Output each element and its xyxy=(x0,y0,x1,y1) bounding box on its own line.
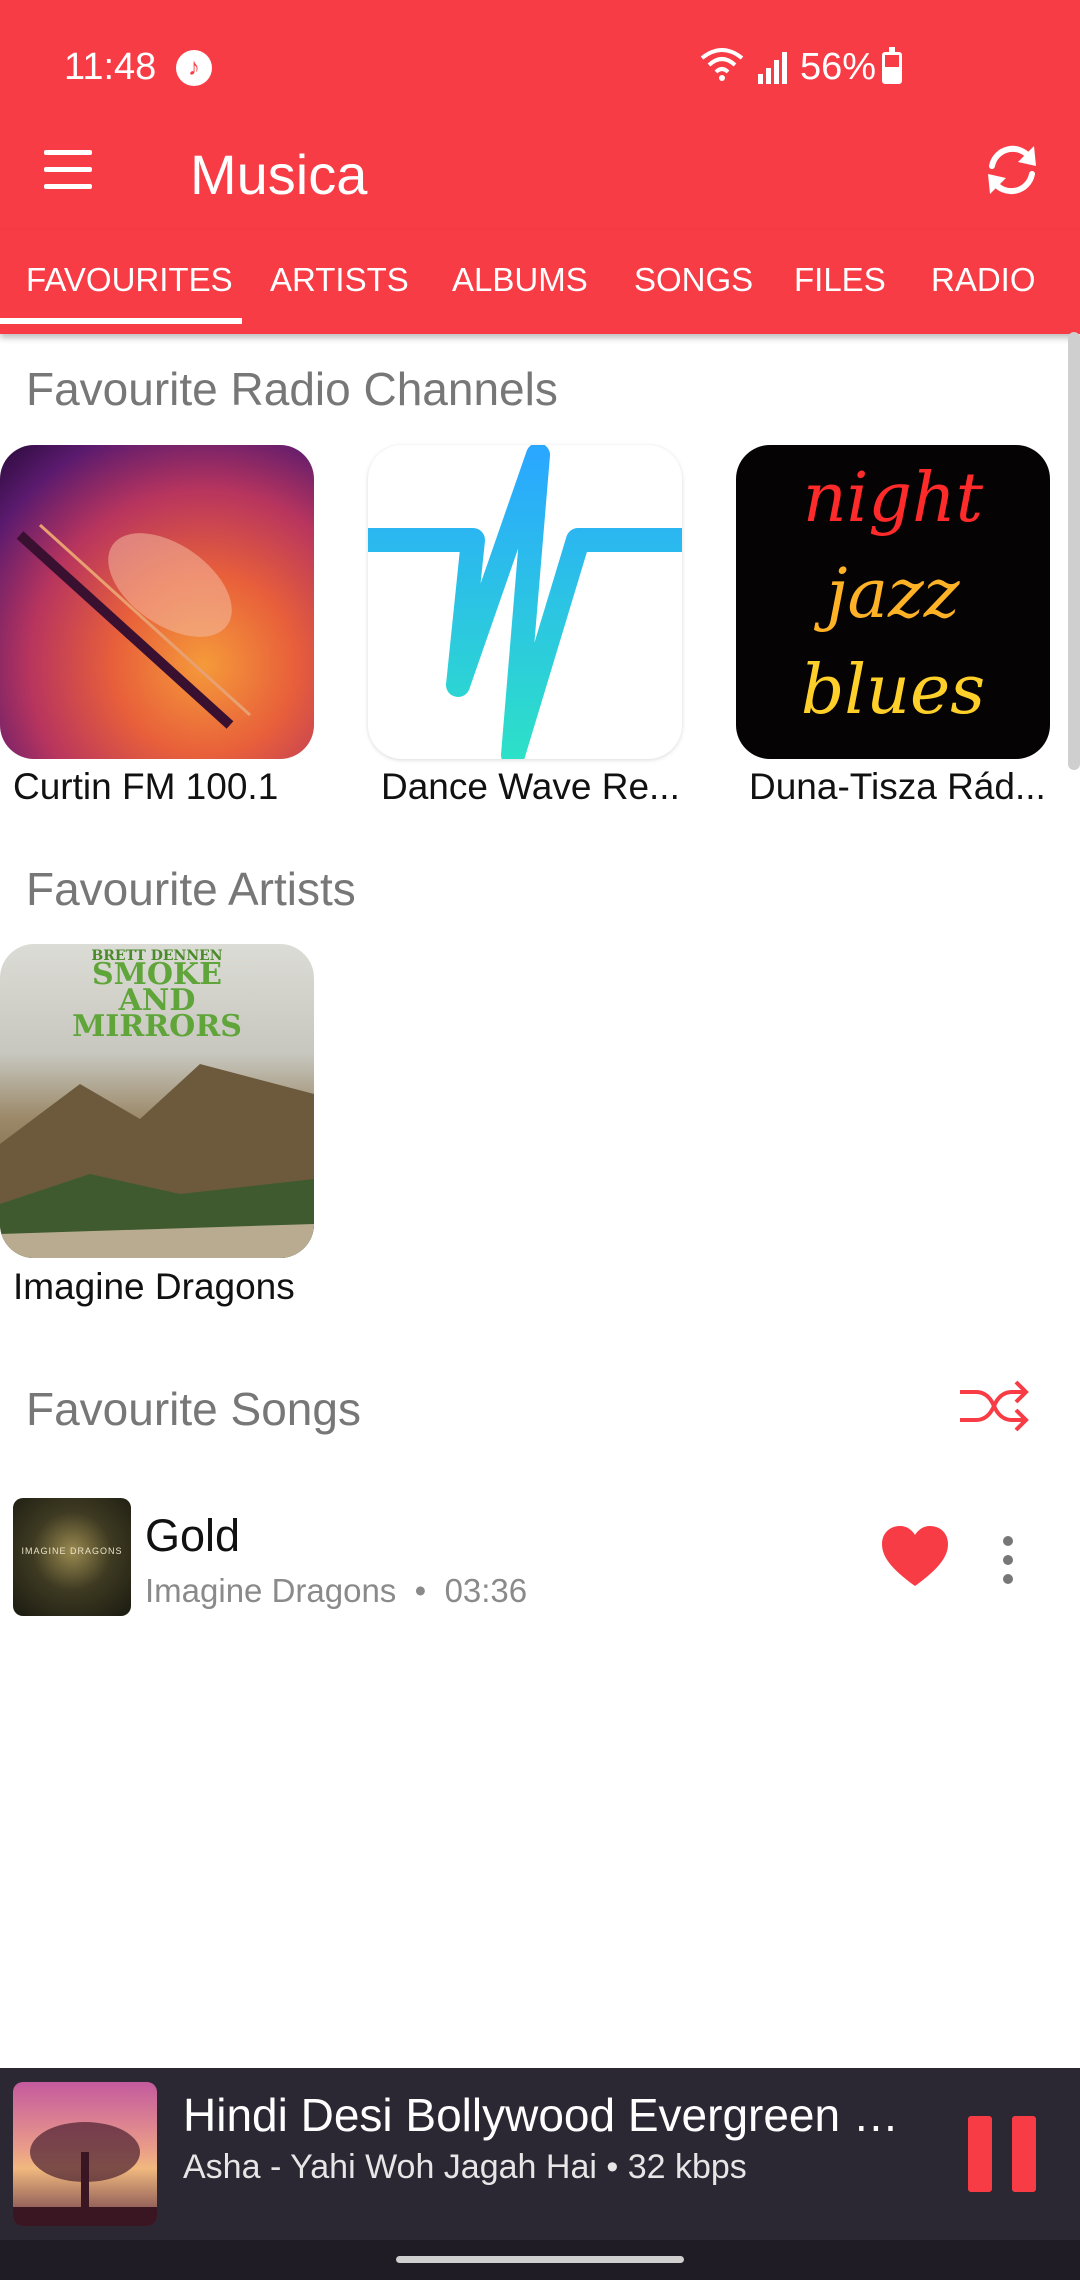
artists-section-title: Favourite Artists xyxy=(26,863,356,915)
home-gesture-handle[interactable] xyxy=(396,2256,684,2263)
tab-indicator xyxy=(0,318,242,324)
heart-icon[interactable] xyxy=(880,1524,950,1590)
neon-night-text: night xyxy=(802,459,984,538)
song-meta: Imagine Dragons • 03:36 xyxy=(145,1572,527,1610)
radio-card-curtin[interactable] xyxy=(0,445,314,759)
music-note-icon: ♪ xyxy=(176,50,212,86)
battery-percentage: 56% xyxy=(800,46,877,88)
artist-label: Imagine Dragons xyxy=(13,1266,295,1307)
app-title: Musica xyxy=(190,143,368,206)
more-vertical-icon[interactable] xyxy=(990,1536,1026,1584)
artist-card-imagine-dragons[interactable]: BRETT DENNEN SMOKE AND MIRRORS xyxy=(0,944,314,1258)
album-art-title-line3: MIRRORS xyxy=(72,1009,242,1044)
tab-albums[interactable]: ALBUMS xyxy=(452,230,588,334)
radio-card-duna-tisza[interactable]: night jazz blues xyxy=(736,445,1050,759)
hamburger-icon[interactable] xyxy=(44,150,100,190)
tab-radio[interactable]: RADIO xyxy=(931,230,1036,334)
refresh-icon[interactable] xyxy=(982,140,1042,200)
status-time: 11:48 xyxy=(64,46,157,88)
radio-section-title: Favourite Radio Channels xyxy=(26,363,558,415)
song-artist: Imagine Dragons xyxy=(145,1572,397,1609)
song-thumbnail: IMAGINE DRAGONS xyxy=(13,1498,131,1616)
songs-section-title: Favourite Songs xyxy=(26,1383,361,1435)
wave-logo xyxy=(368,445,682,759)
neon-jazz-text: jazz xyxy=(826,555,960,634)
tab-files[interactable]: FILES xyxy=(794,230,886,334)
pause-icon[interactable] xyxy=(968,2116,1036,2192)
radio-label: Curtin FM 100.1 xyxy=(13,766,279,807)
signal-icon xyxy=(758,52,787,84)
song-duration: 03:36 xyxy=(444,1572,528,1609)
player-title: Hindi Desi Bollywood Evergreen H... xyxy=(183,2089,923,2141)
battery-icon xyxy=(882,47,902,84)
shuffle-icon[interactable] xyxy=(958,1378,1030,1434)
wifi-dot xyxy=(719,75,725,81)
tab-artists[interactable]: ARTISTS xyxy=(270,230,409,334)
wifi-icon xyxy=(700,48,744,74)
radio-label: Dance Wave Re... xyxy=(381,766,680,807)
song-separator: • xyxy=(414,1572,427,1609)
player-subtitle: Asha - Yahi Woh Jagah Hai • 32 kbps xyxy=(183,2148,747,2186)
song-title: Gold xyxy=(145,1510,241,1561)
song-art-text: IMAGINE DRAGONS xyxy=(21,1546,123,1556)
player-thumbnail xyxy=(13,2082,157,2226)
tree-image xyxy=(13,2122,157,2226)
guitar-image xyxy=(16,523,252,729)
radio-card-dance-wave[interactable] xyxy=(368,445,682,759)
neon-blues-text: blues xyxy=(800,651,986,730)
radio-label: Duna-Tisza Rád... xyxy=(749,766,1046,807)
tab-songs[interactable]: SONGS xyxy=(634,230,753,334)
app-bar xyxy=(0,0,1080,230)
scrollbar[interactable] xyxy=(1068,332,1080,770)
